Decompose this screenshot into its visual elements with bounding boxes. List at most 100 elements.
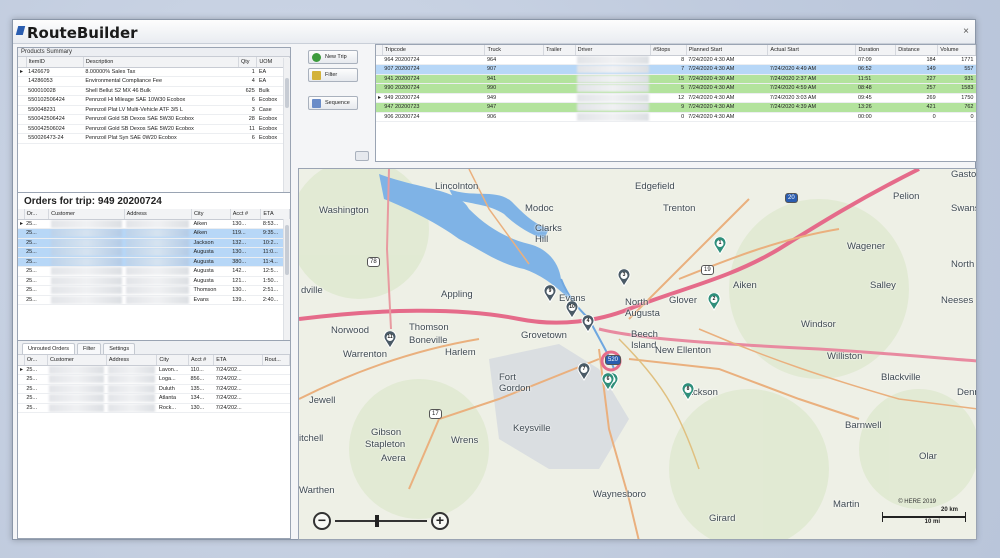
table-row[interactable]: 907 20200724 907 7 7/24/2020 4:30 AM 7/24/20…	[376, 64, 976, 75]
col-address[interactable]: Address	[106, 355, 158, 366]
map-pin-7[interactable]: 7	[577, 363, 591, 381]
map-pin-9[interactable]: 9	[543, 285, 557, 303]
table-row[interactable]: 964 20200724 964 8 7/24/2020 4:30 AM 07:09 18…	[376, 55, 976, 65]
col-trailer[interactable]: Trailer	[543, 45, 576, 56]
table-row[interactable]: 550102506424 Pennzoil Hi Mileage SAE 10W3…	[18, 95, 290, 106]
zoom-out-button[interactable]: −	[313, 512, 331, 530]
table-row[interactable]: 25... Rock... 130... 7/24/202...	[18, 403, 290, 413]
tripcode-cell: 906 20200724	[382, 112, 485, 122]
table-row[interactable]: 500010028 Shell Bellut S2 MX 46 Bulk 625 Bu…	[18, 86, 290, 96]
duration-cell: 06:52	[855, 64, 896, 75]
col-acct[interactable]: Acct #	[230, 209, 262, 220]
qty-cell: 625	[238, 86, 257, 96]
sequence-button[interactable]: Sequence	[308, 96, 358, 110]
route-map[interactable]: Lincolnton Edgefield Pelion Gasto Washington…	[298, 168, 977, 540]
products-scrollbar[interactable]	[283, 58, 290, 199]
tripcode-cell: 949 20200724	[382, 93, 485, 103]
map-pin-label: 11	[387, 334, 393, 340]
map-pin-1[interactable]: 1	[713, 237, 727, 255]
zoom-slider-track[interactable]	[335, 520, 427, 522]
tab-filter[interactable]: Filter	[76, 343, 102, 354]
table-row[interactable]: 25... Atlanta 134... 7/24/202...	[18, 393, 290, 404]
col-customer[interactable]: Customer	[48, 209, 125, 220]
map-pin-10[interactable]: 10	[565, 301, 579, 319]
col-description[interactable]: Description	[83, 57, 239, 68]
item-id-cell: 550026473-24	[26, 133, 84, 144]
table-row[interactable]: 550026473-24 Pennzoil Plat Syn SAE 0W20 E…	[18, 133, 290, 144]
tab-settings[interactable]: Settings	[103, 343, 136, 354]
col-itemid[interactable]: ItemID	[26, 57, 84, 68]
table-row[interactable]: 25... Augusta 130... 11:0...	[18, 247, 290, 258]
new-trip-button[interactable]: New Trip	[308, 50, 358, 64]
table-row[interactable]: 550042506424 Pennzoil Gold SB Dexos SAE 5…	[18, 114, 290, 125]
col-actual-start[interactable]: Actual Start	[767, 45, 857, 56]
table-row[interactable]: 25... Augusta 121... 1:50...	[18, 276, 290, 286]
map-pin-11[interactable]: 11	[383, 331, 397, 349]
table-row[interactable]: 25... Lavon...110...7/24/202...	[18, 365, 290, 375]
col-planned-start[interactable]: Planned Start	[686, 45, 769, 56]
table-row[interactable]: 14266798.00000% Sales Tax1EA	[18, 67, 290, 77]
col-truck[interactable]: Truck	[484, 45, 545, 56]
table-row[interactable]: 25... Augusta 142... 12:5...	[18, 266, 290, 277]
close-icon[interactable]: ×	[963, 26, 969, 37]
zoom-slider-handle[interactable]	[375, 515, 379, 527]
map-label-wagener: Wagener	[847, 241, 886, 252]
map-pin-6[interactable]: 6	[601, 373, 615, 391]
map-pin-4[interactable]: 4	[581, 315, 595, 333]
map-pin-3[interactable]: 3	[617, 269, 631, 287]
actual-start-cell: 7/24/2020 4:59 AM	[767, 83, 856, 94]
map-canvas[interactable]	[299, 169, 977, 540]
col-city[interactable]: City	[191, 209, 231, 220]
stops-cell: 9	[650, 102, 687, 113]
table-row[interactable]: 550048231 Pennzoil Plat LV Multi-Vehicle …	[18, 105, 290, 115]
col-route[interactable]: Rout...	[262, 355, 290, 366]
col-duration[interactable]: Duration	[855, 45, 897, 56]
table-row[interactable]: 25... Aiken 119... 9:35...	[18, 228, 290, 239]
city-cell: Duluth	[156, 384, 189, 394]
col-qty[interactable]: Qty	[238, 57, 258, 68]
col-order[interactable]: Or...	[24, 355, 48, 366]
eye-icon[interactable]	[355, 151, 369, 161]
table-row[interactable]: 25... Thomson 130... 2:51...	[18, 285, 290, 296]
col-acct[interactable]: Acct #	[188, 355, 215, 366]
table-row[interactable]: 25... Duluth 135... 7/24/202...	[18, 384, 290, 394]
table-row[interactable]: 25... Evans 139... 2:40...	[18, 295, 290, 305]
col-volume[interactable]: Volume	[937, 45, 976, 56]
route-cell	[262, 393, 290, 404]
col-stops[interactable]: #Stops	[650, 45, 687, 56]
filter-button[interactable]: Filter	[308, 68, 358, 82]
col-address[interactable]: Address	[124, 209, 192, 220]
table-row[interactable]: 25... Loga... 856... 7/24/202...	[18, 374, 290, 385]
col-driver[interactable]: Driver	[575, 45, 652, 56]
zoom-in-button[interactable]: +	[431, 512, 449, 530]
col-city[interactable]: City	[156, 355, 189, 366]
table-row[interactable]: 25... Jackson 132... 10:2...	[18, 238, 290, 248]
map-label-dville: dville	[301, 285, 323, 296]
col-eta[interactable]: ETA	[213, 355, 263, 366]
row-indicator	[18, 67, 27, 77]
col-customer[interactable]: Customer	[47, 355, 107, 366]
customer-cell	[47, 393, 107, 404]
col-distance[interactable]: Distance	[895, 45, 939, 56]
table-row[interactable]: 947 20200723 947 9 7/24/2020 4:30 AM 7/24/20…	[376, 102, 976, 113]
order-cell: 25...	[24, 238, 49, 248]
table-row[interactable]: 990 20200724 990 5 7/24/2020 4:30 AM 7/24/20…	[376, 83, 976, 94]
table-row[interactable]: 550042506024 Pennzoil Gold SB Dexos SAE 5…	[18, 124, 290, 134]
orders-scrollbar[interactable]	[283, 219, 290, 343]
table-row[interactable]: 949 20200724949 127/24/2020 4:30 AM7/24/2…	[376, 93, 976, 103]
map-pin-2[interactable]: 2	[707, 293, 721, 311]
tab-unrouted-orders[interactable]: Unrouted Orders	[22, 343, 75, 354]
col-tripcode[interactable]: Tripcode	[382, 45, 486, 56]
address-cell	[124, 295, 192, 305]
table-row[interactable]: 14286053 Environmental Compliance Fee 4 EA	[18, 76, 290, 87]
table-row[interactable]: 941 20200724 941 15 7/24/2020 4:30 AM 7/24/2…	[376, 74, 976, 84]
col-order[interactable]: Or...	[24, 209, 50, 220]
driver-cell	[575, 74, 651, 84]
table-row[interactable]: 906 20200724 906 0 7/24/2020 4:30 AM 00:00 0 0	[376, 112, 976, 122]
map-pin-8[interactable]: 8	[681, 383, 695, 401]
eta-cell: 7/24/202...	[213, 393, 263, 404]
table-row[interactable]: 25... Augusta 380... 11:4...	[18, 257, 290, 267]
col-eta[interactable]: ETA	[260, 209, 290, 220]
table-row[interactable]: 25...Aiken130...8:53...	[18, 219, 290, 229]
map-label-trenton: Trenton	[663, 203, 696, 214]
